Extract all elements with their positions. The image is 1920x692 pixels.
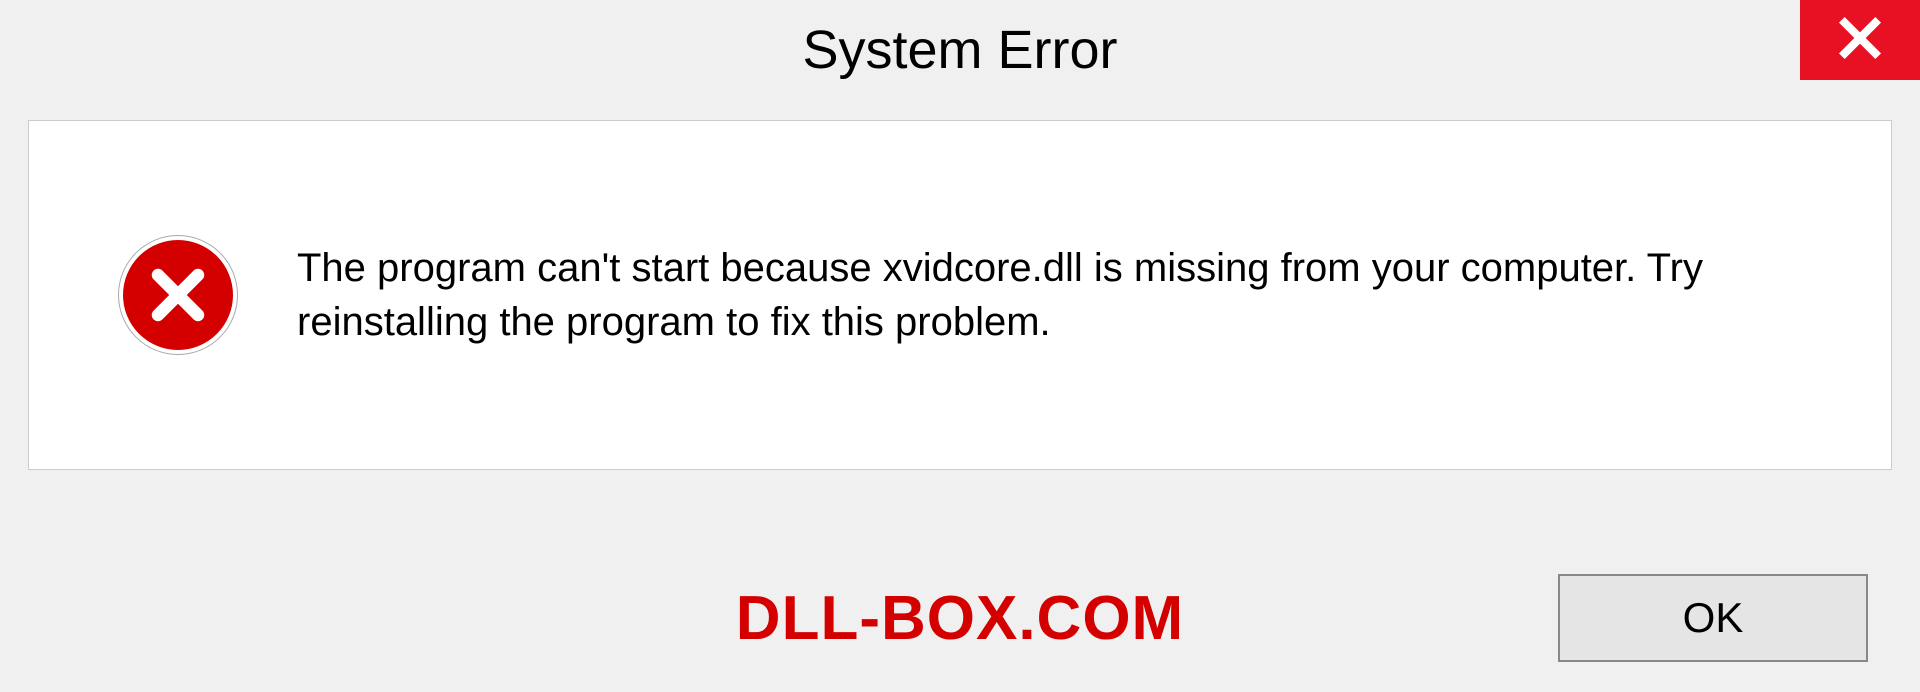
close-button[interactable] xyxy=(1800,0,1920,80)
titlebar: System Error xyxy=(0,0,1920,100)
close-icon xyxy=(1837,15,1883,66)
dialog-content: The program can't start because xvidcore… xyxy=(28,120,1892,470)
watermark-text: DLL-BOX.COM xyxy=(736,583,1184,654)
dialog-message: The program can't start because xvidcore… xyxy=(297,241,1831,349)
ok-button[interactable]: OK xyxy=(1558,574,1868,662)
dialog-title: System Error xyxy=(802,19,1117,81)
error-icon xyxy=(119,236,237,354)
dialog-footer: DLL-BOX.COM OK xyxy=(0,574,1920,662)
